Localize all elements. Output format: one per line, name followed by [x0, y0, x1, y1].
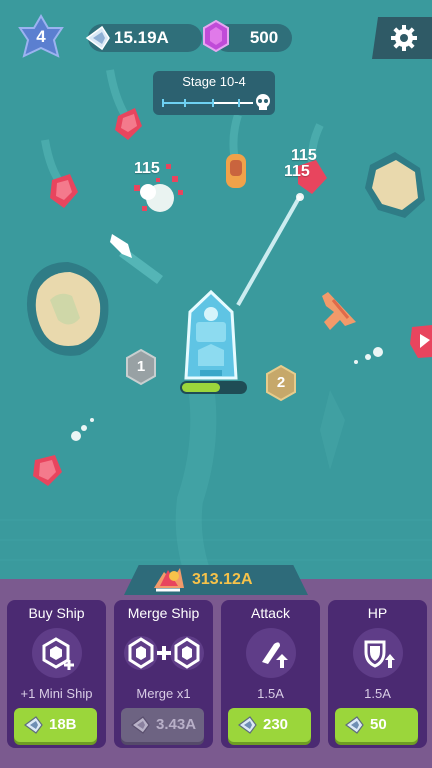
crystal-count: 500 — [249, 28, 279, 47]
damage-number: 115 — [284, 163, 310, 180]
stage-label: Stage 10-4 — [182, 74, 246, 89]
stage-progress — [162, 94, 270, 110]
player-hp-bar — [180, 381, 247, 394]
hp-icon-bg — [353, 628, 403, 678]
hp-title: HP — [367, 605, 388, 621]
gear-icon — [391, 25, 417, 51]
slot-2-label: 2 — [276, 374, 286, 391]
diamond-gem-icon — [345, 716, 364, 734]
merge-ship-button[interactable]: 3.43A — [121, 708, 204, 742]
coins-icon — [154, 568, 184, 592]
crystal-icon — [203, 20, 229, 52]
shield-icon — [364, 640, 395, 668]
attack-upgrade-button[interactable]: 230 — [228, 708, 311, 742]
diamond-gem-icon — [85, 25, 110, 51]
merge-ship-card: Merge Ship Merge x1 3.43A — [114, 600, 213, 748]
buy-ship-card: Buy Ship +1 Mini Ship 18B — [7, 600, 106, 748]
buy-ship-cost: 18B — [49, 716, 77, 733]
attack-title: Attack — [251, 605, 290, 621]
attack-icon-bg — [246, 628, 296, 678]
diamond-gem-icon — [24, 716, 43, 734]
buy-ship-icon-bg — [32, 628, 82, 678]
hp-value: 1.5A — [364, 686, 391, 701]
stage-indicator: Stage 10-4 — [153, 71, 275, 115]
game-screen: 1 2 115 115 115 4 15.19A 500 Stage 10-4 … — [0, 0, 432, 768]
diamond-gem-icon — [238, 716, 257, 734]
diamond-gem-icon — [131, 716, 150, 734]
merge-hexagons-icon — [124, 636, 204, 670]
merge-ship-title: Merge Ship — [127, 605, 200, 621]
hp-upgrade-button[interactable]: 50 — [335, 708, 418, 742]
attack-card: Attack 1.5A 230 — [221, 600, 320, 748]
buy-ship-title: Buy Ship — [28, 605, 85, 621]
hexagon-plus-icon — [42, 637, 74, 670]
damage-number: 115 — [134, 160, 160, 177]
skull-icon — [256, 94, 270, 110]
buy-ship-button[interactable]: 18B — [14, 708, 97, 742]
merge-ship-cost: 3.43A — [156, 716, 197, 733]
settings-button[interactable] — [372, 17, 432, 59]
gem-count: 15.19A — [114, 28, 169, 47]
player-level: 4 — [36, 27, 46, 46]
attack-cost: 230 — [263, 716, 289, 733]
hp-card: HP 1.5A 50 — [328, 600, 427, 748]
attack-value: 1.5A — [257, 686, 284, 701]
merge-ship-subtitle: Merge x1 — [136, 686, 191, 701]
enemy-boat — [226, 154, 246, 188]
buy-ship-subtitle: +1 Mini Ship — [20, 686, 93, 701]
coins-value: 313.12A — [192, 571, 253, 588]
bullet-icon — [262, 642, 288, 668]
hp-cost: 50 — [370, 716, 387, 733]
slot-1-label: 1 — [136, 358, 146, 375]
